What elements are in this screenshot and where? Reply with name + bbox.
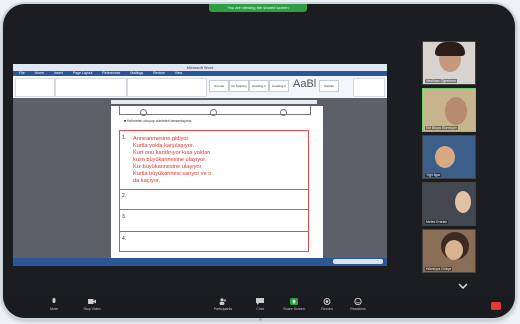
record-label: Record	[321, 307, 333, 311]
answer-text: Anneanmesine gidiyor. Kurtla yolda karşı…	[133, 136, 211, 185]
pagination-dot	[259, 318, 262, 321]
table-knob	[210, 109, 217, 116]
microphone-icon	[52, 298, 56, 303]
paragraph-group[interactable]	[127, 78, 207, 97]
row-number: 4.	[122, 236, 127, 242]
instruction-label: Kelimeleri okuyup cümleleri tamamlayınız…	[127, 119, 193, 123]
participant-avatar	[455, 191, 471, 213]
ruler	[111, 100, 317, 104]
mute-button[interactable]: Mute	[39, 298, 69, 316]
zoom-window: You are viewing the shared screen Micros…	[3, 4, 515, 318]
participants-icon	[219, 298, 227, 305]
participant-avatar	[445, 97, 467, 125]
participants-button[interactable]: Participants	[203, 298, 243, 316]
chat-button[interactable]: Chat	[249, 298, 271, 316]
clipboard-group[interactable]	[15, 78, 55, 97]
answer-line: Kurt onu kandırıyor kısa yoldan	[133, 150, 211, 156]
smiley-icon	[354, 298, 362, 305]
style-heading-1[interactable]: Heading 1	[249, 80, 269, 92]
end-meeting-button[interactable]	[491, 302, 501, 310]
reactions-label: Reactions	[350, 307, 366, 311]
mute-label: Mute	[50, 307, 58, 311]
word-ribbon: Normal No Spacing Heading 1 Heading 2 Aa…	[13, 76, 387, 99]
participant-tile[interactable]: Melek Ertekin	[422, 182, 476, 226]
word-title-bar: Microsoft Word	[13, 64, 387, 71]
word-status-bar	[13, 258, 387, 266]
participant-tile[interactable]: Hümeyra Gökçe	[422, 229, 476, 273]
stop-video-label: Stop Video	[83, 307, 101, 311]
style-subtitle[interactable]: Subtitle	[319, 80, 339, 92]
answer-line: Kurtla yolda karşılaşıyor.	[133, 143, 194, 149]
record-icon	[323, 298, 331, 305]
row-number: 2.	[122, 193, 127, 199]
table-row-divider	[120, 231, 308, 232]
answer-line: Kurtla büyükannesi sarıyor ve o	[133, 171, 212, 177]
answer-table: 1. 2. 3. 4. Anneanmesine gidiyor. Kurtla…	[119, 130, 309, 252]
chat-label: Chat	[256, 307, 264, 311]
participant-name: Melek Ertekin	[425, 220, 449, 224]
stop-video-button[interactable]: Stop Video	[75, 298, 109, 316]
table-row-divider	[120, 209, 308, 210]
participant-name: Yiğit Ilgar	[425, 173, 442, 177]
instruction-text: ■ Kelimeleri okuyup cümleleri tamamlayın…	[124, 119, 193, 123]
style-no-spacing[interactable]: No Spacing	[229, 80, 249, 92]
table-knob	[280, 109, 287, 116]
record-button[interactable]: Record	[315, 298, 339, 316]
row-number: 1.	[122, 135, 127, 141]
meeting-toolbar: Mute Stop Video Participants Chat Share …	[3, 296, 515, 318]
table-knob	[140, 109, 147, 116]
participants-label: Participants	[213, 307, 233, 311]
font-group[interactable]	[55, 78, 127, 97]
reactions-button[interactable]: Reactions	[343, 298, 373, 316]
video-camera-icon	[88, 299, 96, 304]
shared-screen: Microsoft Word File Home Insert Page Lay…	[13, 64, 387, 266]
participant-tile[interactable]: Elif Büşra Ekerbiçer	[422, 88, 476, 132]
zoom-slider[interactable]	[333, 259, 383, 264]
answer-line: Kız büyükannesine ulaşıyor.	[133, 164, 203, 170]
participant-name: Elif Büşra Ekerbiçer	[425, 126, 458, 130]
participant-tile[interactable]: Neslihan Öğretmen	[422, 41, 476, 85]
document-page[interactable]: ■ Kelimeleri okuyup cümleleri tamamlayın…	[111, 106, 323, 258]
style-normal[interactable]: Normal	[209, 80, 229, 92]
chevron-down-icon[interactable]	[458, 283, 468, 289]
share-screen-label: Share Screen	[283, 307, 305, 311]
participant-name: Neslihan Öğretmen	[425, 79, 458, 83]
image-table	[119, 106, 311, 116]
participant-name: Hümeyra Gökçe	[425, 267, 453, 271]
answer-line: kızın büyükannesine ulaşıyor.	[133, 157, 207, 163]
participant-avatar	[435, 146, 455, 168]
participant-hair	[435, 42, 465, 56]
chat-icon	[256, 298, 264, 305]
style-heading-2[interactable]: Heading 2	[269, 80, 289, 92]
style-title[interactable]: AaBl	[293, 78, 316, 90]
answer-line: Anneanmesine gidiyor.	[133, 136, 190, 142]
share-screen-button[interactable]: Share Screen	[277, 298, 311, 316]
table-row-divider	[120, 189, 308, 190]
participant-avatar	[445, 240, 463, 260]
screen-share-banner[interactable]: You are viewing the shared screen	[209, 4, 307, 12]
editing-group[interactable]	[353, 78, 385, 97]
share-screen-icon	[290, 298, 298, 305]
row-number: 3.	[122, 214, 127, 220]
answer-line: da kaçıyor.	[133, 178, 161, 184]
participant-tile[interactable]: Yiğit Ilgar	[422, 135, 476, 179]
